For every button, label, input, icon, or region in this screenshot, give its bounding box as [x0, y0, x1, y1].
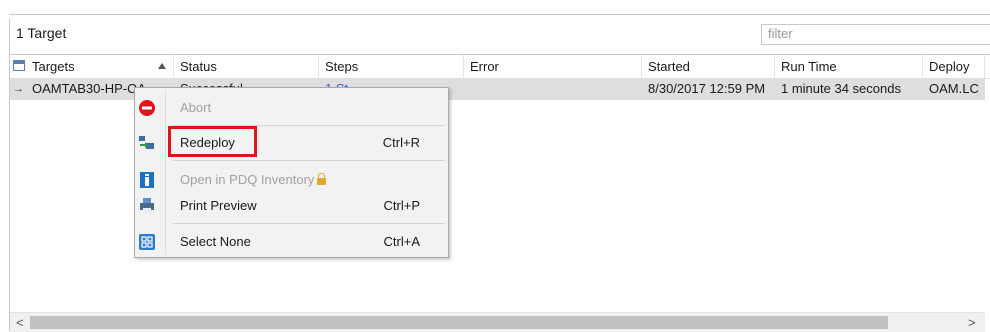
select-none-icon: [139, 234, 155, 250]
column-label-targets: Targets: [32, 59, 75, 74]
menu-item-print-preview[interactable]: Print Preview Ctrl+P: [135, 194, 448, 218]
shortcut-select-none: Ctrl+A: [383, 234, 420, 249]
column-header-status[interactable]: Status: [174, 55, 319, 78]
cell-run-time: 1 minute 34 seconds: [781, 81, 901, 96]
sort-ascending-icon: [158, 63, 166, 69]
cell-started: 8/30/2017 12:59 PM: [648, 81, 766, 96]
column-header-targets[interactable]: Targets: [10, 55, 174, 78]
cell-deploy: OAM.LC: [929, 81, 979, 96]
horizontal-scrollbar[interactable]: < >: [10, 312, 985, 332]
menu-label-abort: Abort: [180, 100, 212, 115]
menu-separator: [173, 223, 445, 224]
shortcut-redeploy: Ctrl+R: [382, 135, 420, 150]
filter-input[interactable]: filter: [761, 24, 990, 45]
column-header-run-time[interactable]: Run Time: [775, 55, 923, 78]
menu-separator: [173, 160, 445, 161]
menu-item-abort[interactable]: Abort: [135, 96, 448, 120]
scroll-left-icon[interactable]: <: [16, 313, 24, 332]
column-header-started[interactable]: Started: [642, 55, 775, 78]
grid-header: Targets Status Steps Error Started Run T…: [10, 55, 990, 79]
redeploy-icon: [139, 136, 154, 149]
menu-item-open-in-pdq-inventory[interactable]: Open in PDQ Inventory: [135, 168, 448, 192]
menu-item-select-none[interactable]: Select None Ctrl+A: [135, 230, 448, 254]
redeploy-highlight-box: [168, 126, 257, 157]
scrollbar-thumb[interactable]: [30, 316, 888, 329]
menu-label-print-preview: Print Preview: [180, 198, 257, 213]
cell-error: [470, 78, 640, 100]
column-header-steps[interactable]: Steps: [319, 55, 464, 78]
top-divider: [9, 14, 990, 15]
context-menu: Abort Redeploy Ctrl+R Open in PDQ Invent…: [134, 87, 449, 258]
menu-label-select-none: Select None: [180, 234, 251, 249]
column-header-deploy[interactable]: Deploy: [923, 55, 985, 78]
abort-icon: [139, 100, 155, 116]
pdq-inventory-icon: [140, 172, 154, 188]
panel-title: 1 Target: [16, 25, 67, 41]
column-header-error[interactable]: Error: [464, 55, 642, 78]
shortcut-print-preview: Ctrl+P: [383, 198, 420, 213]
select-all-icon[interactable]: [13, 60, 25, 71]
menu-label-open-in-pdq-inventory-text: Open in PDQ Inventory: [180, 172, 315, 187]
menu-label-open-in-pdq-inventory: Open in PDQ Inventory: [180, 168, 327, 192]
scroll-right-icon[interactable]: >: [968, 313, 976, 332]
printer-icon: [140, 198, 154, 214]
row-pointer-icon: →: [13, 83, 24, 95]
lock-icon: [317, 173, 327, 185]
